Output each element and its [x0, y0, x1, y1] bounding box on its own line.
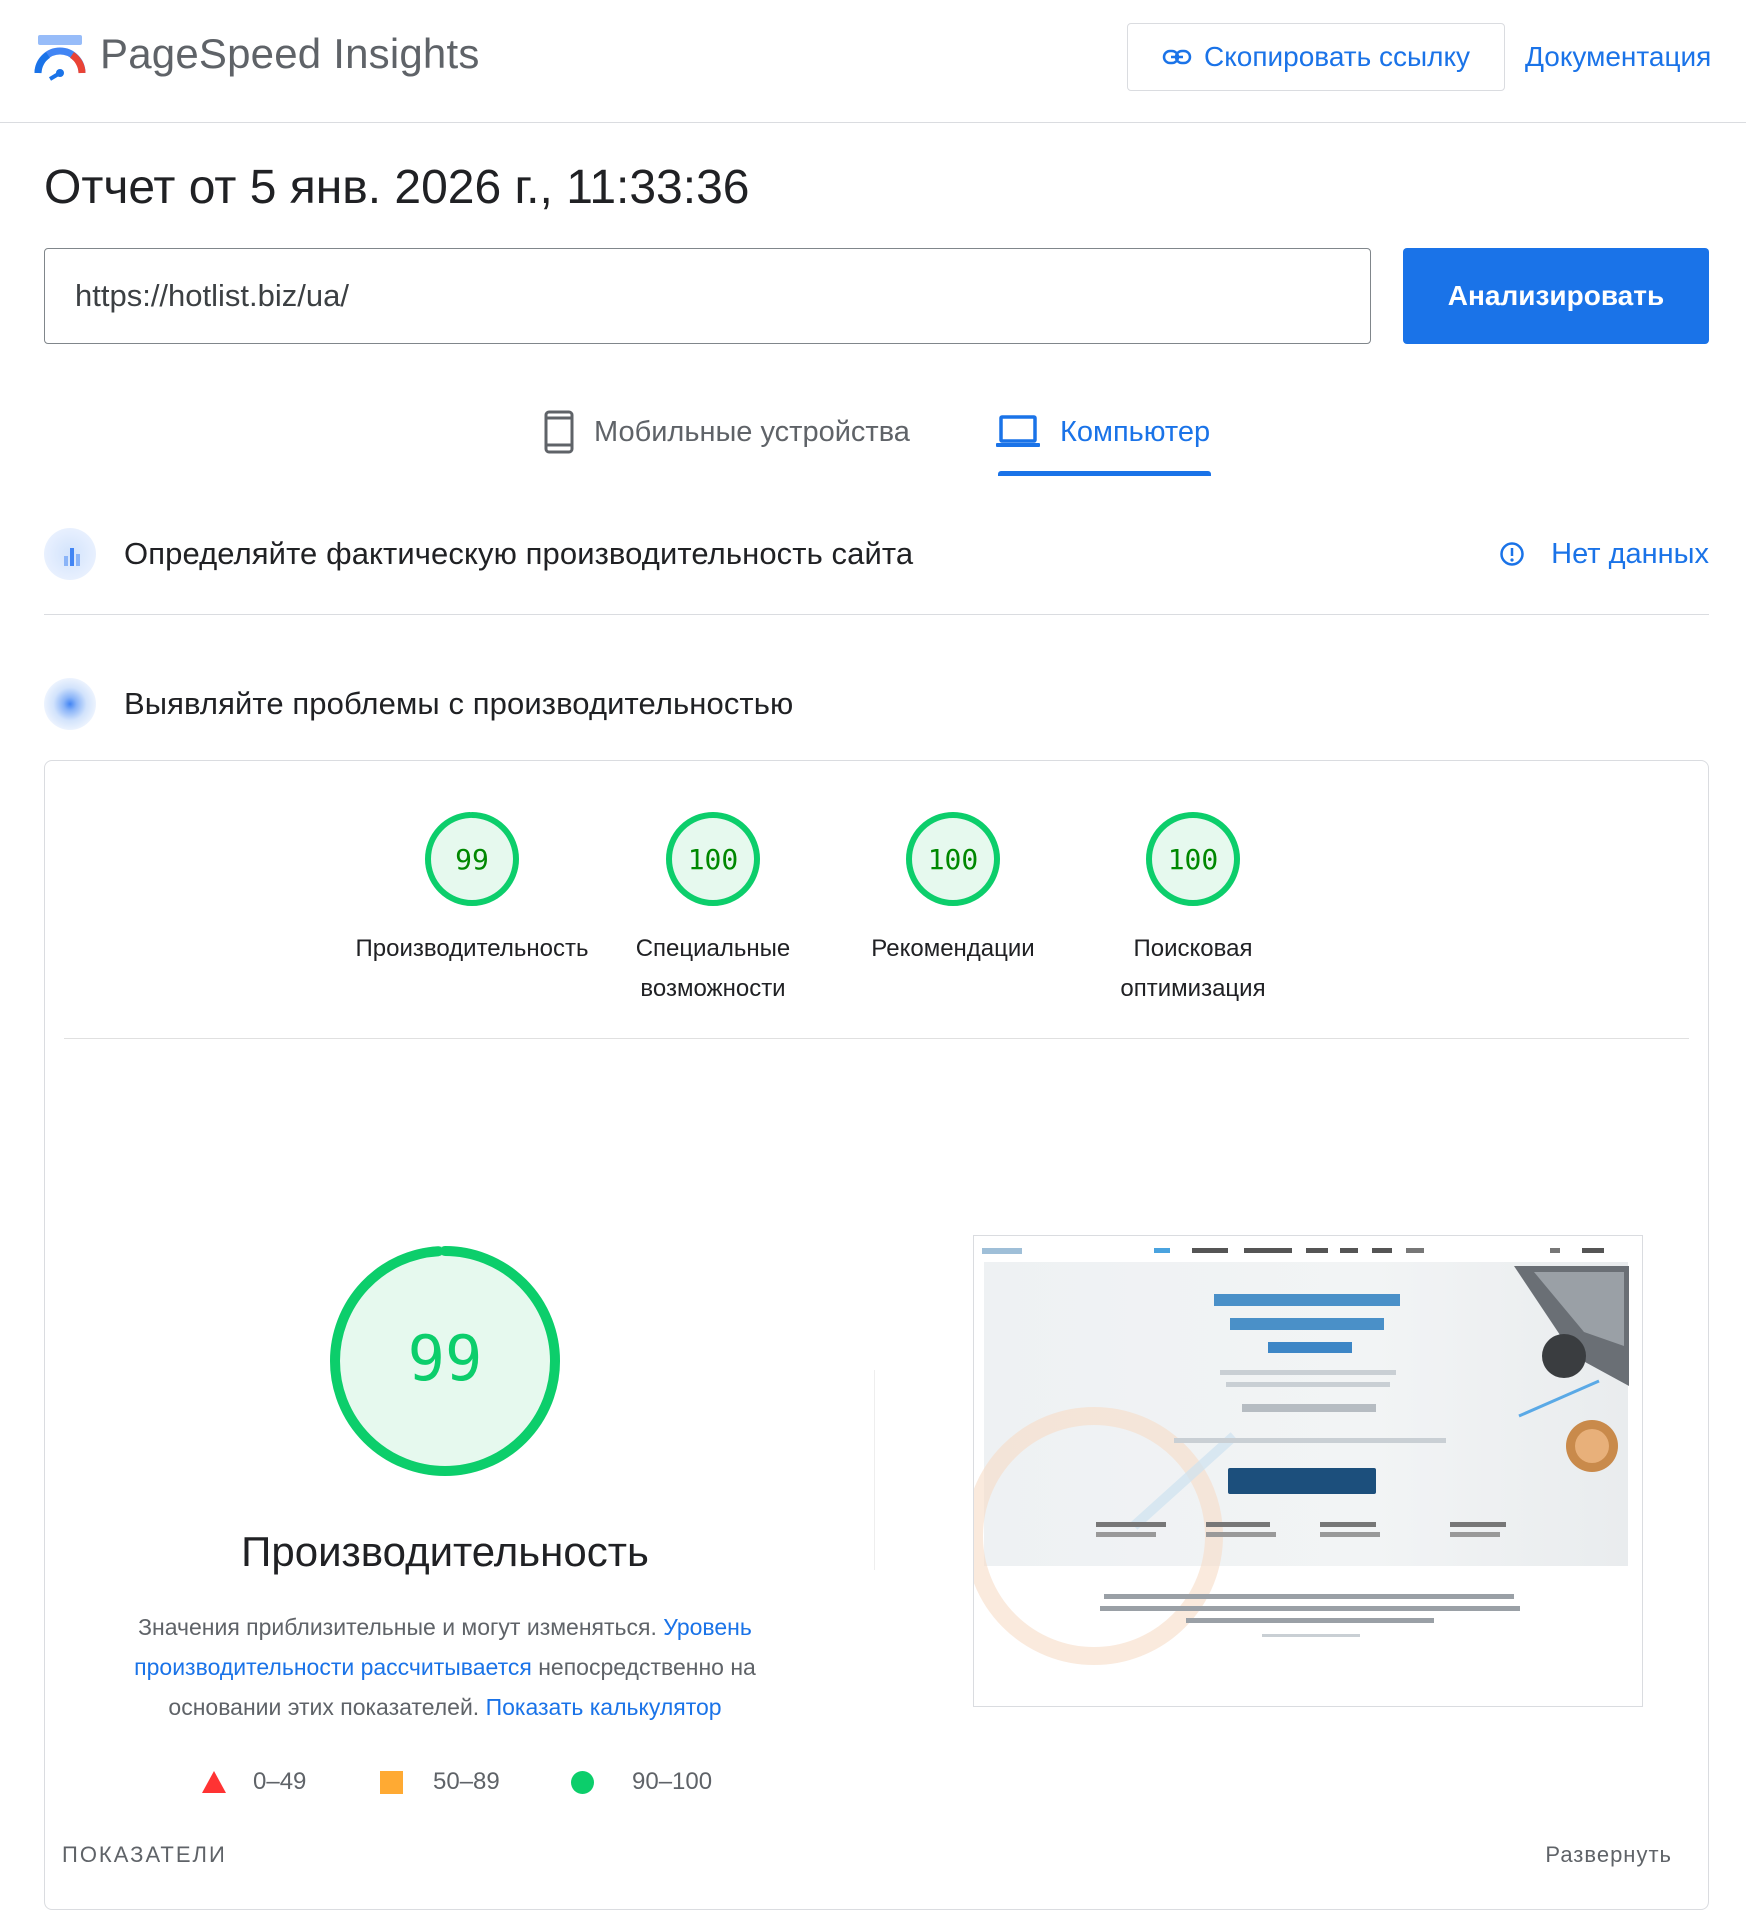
score-label: Специальные возможности [583, 929, 843, 1009]
section-divider [44, 614, 1709, 615]
page-screenshot-image [974, 1236, 1642, 1706]
copy-link-button[interactable]: Скопировать ссылку [1127, 23, 1505, 91]
laptop-icon [996, 415, 1040, 447]
score-gauge-ring: 100 [906, 812, 1000, 906]
lab-data-title: Выявляйте проблемы с производительностью [124, 686, 794, 721]
score-label-line: возможности [640, 975, 786, 1002]
expand-button[interactable]: Развернуть [1545, 1842, 1672, 1868]
phone-icon [544, 410, 574, 454]
no-data-label: Нет данных [1551, 537, 1709, 570]
performance-title: Производительность [241, 1528, 649, 1575]
info-icon [1500, 542, 1524, 566]
card-divider [64, 1038, 1689, 1039]
field-data-section: Определяйте фактическую производительнос… [44, 528, 1709, 580]
app-title[interactable]: PageSpeed Insights [100, 30, 480, 78]
app-header: PageSpeed Insights Скопировать ссылку До… [0, 0, 1746, 123]
score-label-line: Рекомендации [871, 935, 1035, 962]
active-tab-indicator [998, 471, 1211, 476]
tab-desktop[interactable]: Компьютер [996, 400, 1210, 464]
tab-mobile[interactable]: Мобильные устройства [544, 400, 910, 464]
score-gauge[interactable]: 100 [1133, 809, 1253, 909]
score-label-line: Поисковая [1133, 935, 1253, 962]
docs-link[interactable]: Документация [1525, 41, 1711, 73]
score-label-line: оптимизация [1120, 975, 1266, 1002]
green-circle-icon [571, 1770, 594, 1794]
link-icon [1162, 49, 1192, 65]
score-label: Поисковая оптимизация [1063, 929, 1323, 1009]
performance-gauge[interactable]: 99 [324, 1240, 566, 1482]
pagespeed-logo-icon[interactable] [34, 33, 86, 83]
score-label-line: Специальные [635, 935, 791, 962]
score-gauge-ring: 100 [1146, 812, 1240, 906]
score-gauge-ring: 99 [425, 812, 519, 906]
orange-square-icon [380, 1770, 403, 1794]
copy-link-label: Скопировать ссылку [1203, 41, 1471, 72]
score-gauge[interactable]: 100 [893, 809, 1013, 909]
score-gauge-ring: 100 [666, 812, 760, 906]
metrics-heading: ПОКАЗАТЕЛИ [62, 1842, 227, 1867]
lab-data-section: Выявляйте проблемы с производительностью [44, 678, 1709, 730]
no-data-link[interactable]: Нет данных [1499, 538, 1709, 571]
page-screenshot [973, 1235, 1643, 1707]
score-value: 100 [688, 843, 739, 876]
field-data-title: Определяйте фактическую производительнос… [124, 536, 914, 571]
legend-pass-label: 90–100 [632, 1768, 713, 1795]
legend-average-label: 50–89 [433, 1768, 500, 1795]
performance-description: Значения приблизительные и могут изменят… [115, 1607, 775, 1727]
performance-score: 99 [408, 1322, 483, 1395]
desc-text-1: Значения приблизительные и могут изменят… [138, 1614, 664, 1640]
legend-fail: 0–49 [201, 1768, 306, 1796]
tab-desktop-label: Компьютер [1060, 415, 1211, 448]
score-label: Рекомендации [823, 929, 1083, 969]
score-gauge[interactable]: 100 [653, 809, 773, 909]
vertical-divider [874, 1370, 875, 1570]
score-gauge[interactable]: 99 [412, 809, 532, 909]
field-data-icon [44, 528, 96, 580]
analyze-button[interactable]: Анализировать [1403, 248, 1709, 344]
score-label-line: Производительность [355, 935, 589, 962]
score-value: 99 [455, 843, 489, 876]
score-value: 100 [928, 843, 979, 876]
score-value: 100 [1168, 843, 1219, 876]
show-calculator-link[interactable]: Показать калькулятор [486, 1694, 722, 1720]
score-label: Производительность [342, 929, 602, 969]
lab-data-icon [44, 678, 96, 730]
legend-fail-label: 0–49 [253, 1768, 307, 1795]
legend-pass: 90–100 [571, 1768, 712, 1796]
tab-mobile-label: Мобильные устройства [594, 415, 910, 448]
report-title: Отчет от 5 янв. 2026 г., 11:33:36 [44, 161, 750, 214]
red-triangle-icon [202, 1771, 226, 1793]
legend-average: 50–89 [380, 1768, 500, 1796]
url-input[interactable] [44, 248, 1371, 344]
